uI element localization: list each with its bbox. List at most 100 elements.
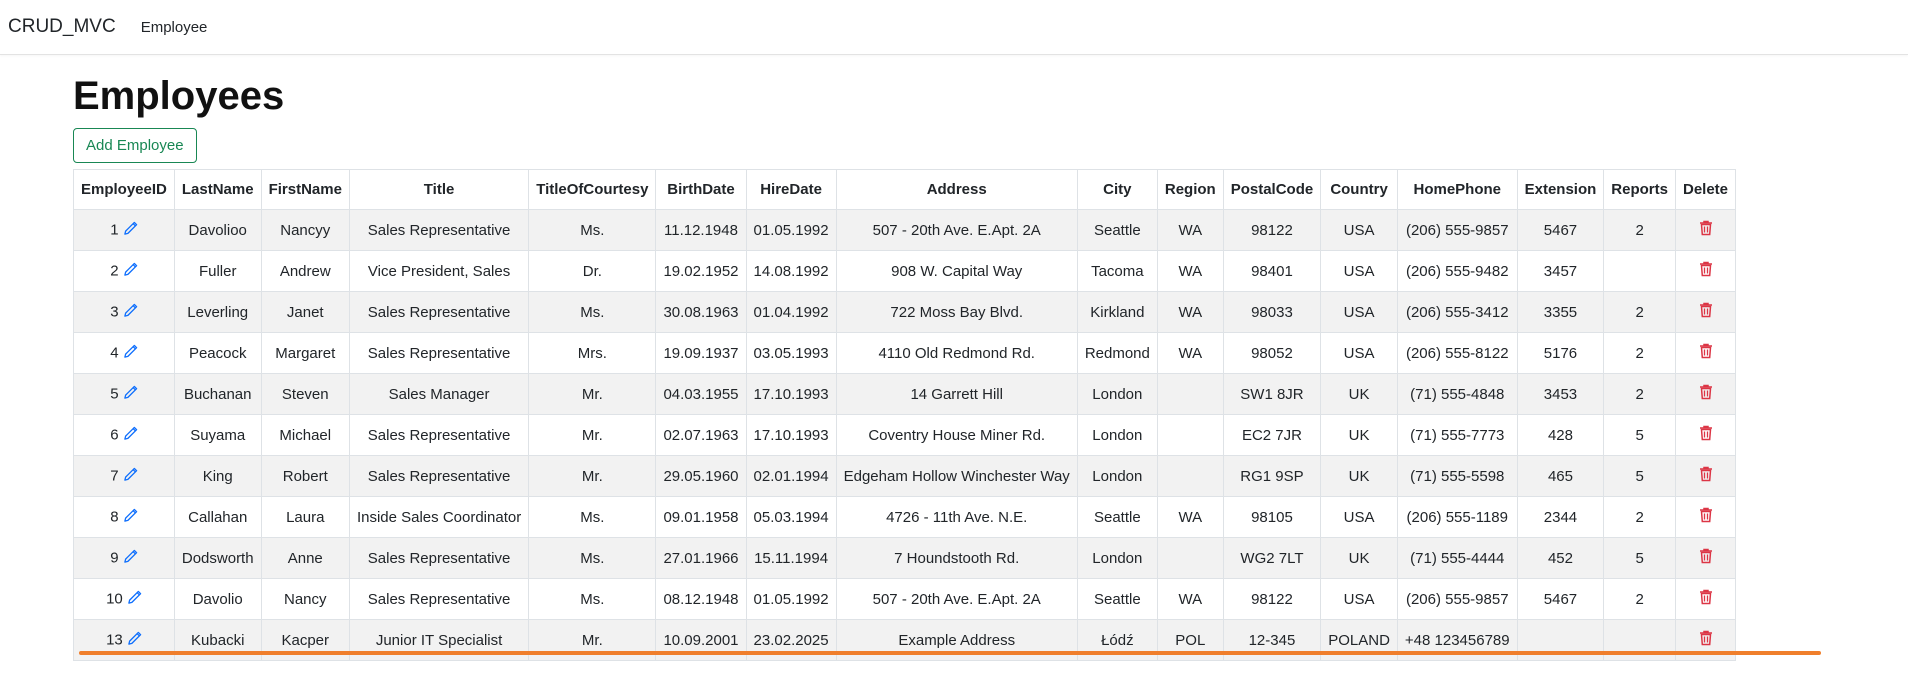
cell-value: 2 [1635, 508, 1644, 526]
cell-country: USA [1320, 291, 1398, 333]
trash-icon[interactable] [1699, 425, 1713, 445]
trash-icon[interactable] [1699, 548, 1713, 568]
cell-birthdate: 19.02.1952 [655, 250, 747, 292]
cell-value: (206) 555-1189 [1406, 508, 1508, 526]
cell-hiredate: 17.10.1993 [745, 414, 837, 456]
trash-icon[interactable] [1699, 261, 1713, 281]
pencil-icon[interactable] [127, 590, 142, 609]
column-header-birthdate: BirthDate [655, 169, 747, 210]
cell-value: Sales Representative [367, 221, 511, 239]
pencil-icon[interactable] [123, 385, 138, 404]
cell-lastname: Peacock [173, 332, 262, 374]
cell-birthdate: 02.07.1963 [655, 414, 747, 456]
table-row: 8 Callahan Laura Inside Sales Coordinator Ms… [73, 496, 1737, 538]
cell-birthdate: 09.01.1958 [655, 496, 747, 538]
trash-icon[interactable] [1699, 466, 1713, 486]
cell-reports: 2 [1603, 578, 1676, 620]
add-employee-button[interactable]: Add Employee [73, 128, 197, 163]
cell-delete [1674, 250, 1737, 292]
nav-link-employee[interactable]: Employee [141, 19, 208, 36]
pencil-icon[interactable] [123, 344, 138, 363]
cell-titleofcourtesy: Mr. [528, 455, 657, 497]
trash-icon[interactable] [1699, 220, 1713, 240]
pencil-icon[interactable] [123, 426, 138, 445]
column-header-firstname: FirstName [260, 169, 350, 210]
cell-value: WA [1178, 303, 1203, 321]
brand-link[interactable]: CRUD_MVC [8, 16, 116, 38]
trash-icon[interactable] [1699, 343, 1713, 363]
cell-value: 5 [1635, 426, 1644, 444]
cell-homephone: (206) 555-8122 [1396, 332, 1518, 374]
pencil-icon[interactable] [123, 221, 138, 240]
cell-titleofcourtesy: Ms. [528, 496, 657, 538]
cell-value: 507 - 20th Ave. E.Apt. 2A [872, 221, 1041, 239]
pencil-icon[interactable] [127, 631, 142, 650]
cell-value: 4 [110, 343, 119, 361]
cell-value: 8 [110, 507, 119, 525]
cell-hiredate: 01.05.1992 [745, 209, 837, 251]
cell-value: London [1092, 549, 1143, 567]
cell-value: Sales Representative [367, 303, 511, 321]
cell-title: Sales Representative [348, 209, 530, 251]
trash-icon[interactable] [1699, 384, 1713, 404]
column-header-city: City [1076, 169, 1158, 210]
pencil-icon[interactable] [123, 303, 138, 322]
cell-title: Sales Representative [348, 455, 530, 497]
column-header-title: Title [348, 169, 530, 210]
cell-value: Łódź [1101, 631, 1134, 649]
cell-employeeid: 2 [73, 250, 175, 292]
cell-reports: 5 [1603, 455, 1676, 497]
pencil-icon[interactable] [123, 549, 138, 568]
cell-value: 30.08.1963 [663, 303, 739, 321]
cell-titleofcourtesy: Mr. [528, 373, 657, 415]
cell-hiredate: 01.05.1992 [745, 578, 837, 620]
cell-value: 04.03.1955 [663, 385, 739, 403]
trash-icon[interactable] [1699, 507, 1713, 527]
cell-value: 10.09.2001 [663, 631, 739, 649]
column-header-delete: Delete [1674, 169, 1737, 210]
cell-postalcode: 98105 [1222, 496, 1322, 538]
trash-icon[interactable] [1699, 630, 1713, 650]
cell-value: USA [1343, 344, 1375, 362]
cell-delete [1674, 496, 1737, 538]
cell-value: 27.01.1966 [663, 549, 739, 567]
cell-value: Edgeham Hollow Winchester Way [843, 467, 1070, 485]
cell-region: WA [1156, 578, 1224, 620]
cell-country: USA [1320, 250, 1398, 292]
cell-value: Robert [282, 467, 328, 485]
cell-value: SW1 8JR [1240, 385, 1304, 403]
cell-value: Kirkland [1090, 303, 1145, 321]
cell-value: 2 [1635, 590, 1644, 608]
cell-birthdate: 30.08.1963 [655, 291, 747, 333]
cell-value: UK [1348, 549, 1370, 567]
trash-icon[interactable] [1699, 589, 1713, 609]
cell-value: Ms. [580, 549, 605, 567]
cell-region [1156, 537, 1224, 579]
cell-value: 5 [110, 384, 119, 402]
cell-value: 9 [110, 548, 119, 566]
cell-value: 2 [1635, 385, 1644, 403]
cell-value: +48 123456789 [1404, 631, 1510, 649]
cell-homephone: (206) 555-9857 [1396, 578, 1518, 620]
cell-city: London [1076, 537, 1158, 579]
cell-hiredate: 17.10.1993 [745, 373, 837, 415]
cell-lastname: Leverling [173, 291, 262, 333]
cell-value: POLAND [1328, 631, 1390, 649]
column-header-region: Region [1156, 169, 1224, 210]
pencil-icon[interactable] [123, 508, 138, 527]
pencil-icon[interactable] [123, 467, 138, 486]
cell-value: 3457 [1543, 262, 1578, 280]
cell-extension: 5176 [1516, 332, 1605, 374]
cell-delete [1674, 332, 1737, 374]
pencil-icon[interactable] [123, 262, 138, 281]
cell-titleofcourtesy: Mr. [528, 414, 657, 456]
table-row: 9 Dodsworth Anne Sales Representative Ms. 27.… [73, 537, 1737, 579]
trash-icon[interactable] [1699, 302, 1713, 322]
cell-value: 13 [106, 630, 123, 648]
cell-title: Inside Sales Coordinator [348, 496, 530, 538]
cell-reports: 2 [1603, 291, 1676, 333]
cell-employeeid: 1 [73, 209, 175, 251]
column-header-homephone: HomePhone [1396, 169, 1518, 210]
cell-employeeid: 6 [73, 414, 175, 456]
cell-value: Fuller [198, 262, 237, 280]
